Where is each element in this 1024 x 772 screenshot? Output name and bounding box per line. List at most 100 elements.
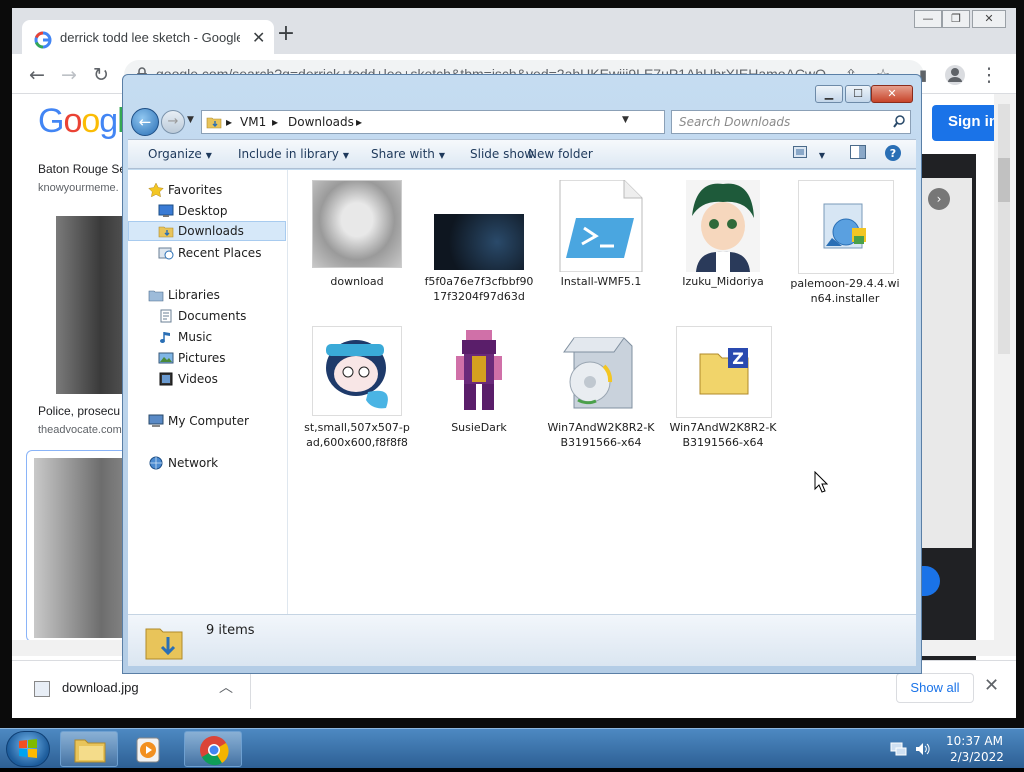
nav-libraries[interactable]: Libraries [128,285,286,305]
item-count: 9 items [206,623,255,638]
nav-videos[interactable]: Videos [128,369,286,389]
close-tab-icon[interactable]: ✕ [252,28,265,47]
nav-pictures[interactable]: Pictures [128,348,286,368]
file-name: Izuku_Midoriya [682,275,764,288]
download-item-name[interactable]: download.jpg [62,680,139,695]
back-button[interactable]: ← [131,108,159,136]
include-in-library-menu[interactable]: Include in library ▼ [238,147,349,161]
explorer-address-bar[interactable]: ▸ VM1 ▸ Downloads ▸ ▼ ↻ [201,110,735,134]
new-folder-button[interactable]: New folder [528,147,593,161]
result-image[interactable] [34,458,130,638]
taskbar-chrome-button[interactable] [184,731,242,767]
powershell-script-icon [559,180,643,272]
preview-pane-icon[interactable] [850,145,866,162]
change-view-icon[interactable]: ▼ [793,146,825,161]
preview-image[interactable] [922,178,972,548]
new-tab-button[interactable]: + [274,22,298,46]
taskbar-explorer-button[interactable] [60,731,118,767]
file-item-f5f0a76e[interactable]: f5f0a76e7f3cfbbf9017f3204f97d63d [424,180,534,320]
nav-desktop[interactable]: Desktop [128,201,286,221]
taskbar-media-player-button[interactable] [122,731,176,767]
file-item-install-wmf[interactable]: Install-WMF5.1 [546,180,656,320]
recent-places-icon [158,247,174,260]
nav-music[interactable]: Music [128,327,286,347]
volume-icon[interactable] [914,741,932,757]
nav-favorites[interactable]: Favorites [128,180,286,200]
show-all-button[interactable]: Show all [896,673,974,703]
taskbar: 10:37 AM 2/3/2022 [0,728,1024,768]
navigation-pane: Favorites Desktop Downloads Recent Place… [128,170,288,614]
search-icon[interactable] [892,114,906,130]
address-dropdown-icon[interactable]: ▼ [622,115,629,125]
clock-time[interactable]: 10:37 AM [946,734,1003,748]
start-button[interactable] [6,731,50,767]
organize-menu[interactable]: Organize ▼ [148,147,212,161]
back-arrow-icon[interactable]: ← [24,62,50,88]
nav-network[interactable]: Network [128,453,286,473]
image-thumbnail [312,180,402,268]
nav-downloads[interactable]: Downloads [128,221,286,241]
result-title[interactable]: Police, prosecu [38,404,120,418]
breadcrumb-vm1[interactable]: VM1 [240,115,266,129]
file-item-win7-kb-2[interactable]: Z Win7AndW2K8R2-KB3191566-x64 [668,326,778,466]
chevron-up-icon[interactable]: ︿ [219,677,233,697]
profile-avatar-icon[interactable] [942,62,968,88]
chrome-restore-button[interactable]: ❐ [942,10,970,28]
installer-package-icon [563,337,633,409]
result-title[interactable]: Baton Rouge Se [38,162,126,176]
nav-my-computer[interactable]: My Computer [128,411,286,431]
chrome-icon [200,736,229,766]
search-downloads-input[interactable]: Search Downloads [671,110,911,134]
file-item-susiedark[interactable]: SusieDark [424,326,534,466]
file-item-izuku-midoriya[interactable]: Izuku_Midoriya [668,180,778,320]
image-preview-panel: › [918,154,976,712]
chrome-minimize-button[interactable]: — [914,10,942,28]
scrollbar-thumb[interactable] [998,158,1010,202]
image-thumbnail [312,326,402,416]
forward-button[interactable]: → [161,110,185,134]
folder-icon [74,739,106,763]
installer-icon [798,180,894,274]
downloads-folder-icon [158,226,174,238]
help-icon[interactable]: ? [884,144,902,165]
file-item-win7-kb-1[interactable]: Win7AndW2K8R2-KB3191566-x64 [546,326,656,466]
network-status-icon[interactable] [890,741,908,757]
file-item-palemoon[interactable]: palemoon-29.4.4.win64.installer [790,180,900,320]
result-image[interactable] [56,216,130,394]
result-source[interactable]: theadvocate.com [38,424,122,436]
reload-icon[interactable]: ↻ [88,62,114,88]
recent-pages-dropdown[interactable]: ▼ [187,115,194,125]
file-name: download [330,275,384,288]
maximize-button[interactable]: ☐ [845,85,871,103]
result-source[interactable]: knowyourmeme. [38,182,119,194]
windows-logo-icon [19,739,37,758]
share-with-menu[interactable]: Share with ▼ [371,147,445,161]
page-vertical-scrollbar[interactable] [994,94,1016,642]
chrome-close-button[interactable]: ✕ [972,10,1006,28]
explorer-title-bar[interactable]: ▁ ☐ ✕ [123,75,921,109]
minimize-button[interactable]: ▁ [815,85,843,103]
search-placeholder: Search Downloads [679,115,791,129]
mouse-cursor-icon [814,471,828,493]
chrome-menu-icon[interactable]: ⋮ [976,62,1002,88]
file-item-download[interactable]: download [302,180,412,320]
libraries-icon [148,290,164,302]
forward-arrow-icon[interactable]: → [56,62,82,88]
clock-date[interactable]: 2/3/2022 [950,750,1004,764]
nav-documents[interactable]: Documents [128,306,286,326]
close-button[interactable]: ✕ [871,85,913,103]
pictures-icon [158,352,174,364]
file-name: Install-WMF5.1 [560,275,642,288]
file-name: Win7AndW2K8R2-KB3191566-x64 [669,421,777,449]
next-arrow-icon[interactable]: › [928,188,950,210]
close-shelf-icon[interactable]: ✕ [984,675,999,696]
google-favicon-icon [34,31,52,49]
file-name: f5f0a76e7f3cfbbf9017f3204f97d63d [424,275,534,303]
computer-icon [148,414,164,427]
details-pane: 9 items [128,614,916,666]
zip-archive-icon: Z [676,326,772,418]
file-item-st-small[interactable]: st,small,507x507-pad,600x600,f8f8f8 [302,326,412,466]
nav-recent-places[interactable]: Recent Places [128,243,286,263]
slide-show-button[interactable]: Slide show [470,147,534,161]
breadcrumb-downloads[interactable]: Downloads [288,115,354,129]
